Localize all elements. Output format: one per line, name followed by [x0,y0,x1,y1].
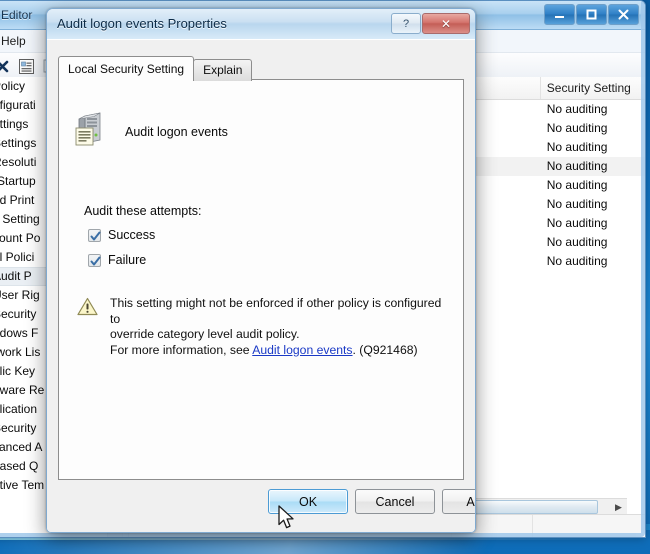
warning-line-2: override category level audit policy. [110,327,300,341]
dialog-tabstrip[interactable]: Local Security Setting Explain [58,56,253,81]
column-header-security-setting[interactable]: Security Setting [541,77,645,99]
hscroll-right-arrow-icon[interactable]: ▶ [610,499,627,515]
computer-policy-icon [73,112,111,151]
warning-notice: This setting might not be enforced if ot… [77,296,447,358]
dialog-window-controls: ? ✕ [391,13,470,34]
audit-logon-events-link[interactable]: Audit logon events [252,343,352,357]
policy-name-label: Audit logon events [125,124,228,139]
apply-button[interactable]: Apply [442,489,475,514]
screen: Editor Help olicy figurati ttings etting… [0,0,650,554]
cell-security-setting: No auditing [546,216,608,230]
audit-logon-events-properties-dialog[interactable]: Audit logon events Properties ? ✕ Local … [46,8,476,533]
checkbox-row-success[interactable]: Success [88,228,155,242]
policy-header: Audit logon events [73,112,228,151]
help-question-icon[interactable]: ? [391,13,421,34]
bgwin-window-controls [544,4,639,25]
cell-security-setting: No auditing [546,254,608,268]
maximize-icon[interactable] [576,4,607,25]
tab-explain[interactable]: Explain [193,59,253,81]
tab-panel-local-security-setting: Audit logon events Audit these attempts:… [58,79,464,480]
cell-security-setting: No auditing [546,102,608,116]
checkbox-success[interactable] [88,228,101,242]
warning-text: This setting might not be enforced if ot… [110,296,447,358]
properties-icon[interactable] [15,55,37,77]
dialog-titlebar[interactable]: Audit logon events Properties ? ✕ [47,9,475,40]
warning-line-3: For more information, see Audit logon ev… [110,343,447,359]
checkbox-failure[interactable] [88,253,101,267]
dialog-body: Local Security Setting Explain Audit log… [47,39,475,532]
tab-local-security-setting[interactable]: Local Security Setting [58,56,195,81]
delete-x-icon[interactable] [0,55,13,77]
dialog-footer: OK Cancel Apply [47,480,475,532]
checkbox-label-success: Success [108,228,156,242]
warning-triangle-icon [77,296,98,358]
cell-security-setting: No auditing [546,235,608,249]
cell-security-setting: No auditing [546,178,608,192]
checkbox-label-failure: Failure [108,253,147,267]
cell-security-setting: No auditing [546,159,608,173]
close-icon[interactable] [608,4,639,25]
audit-attempts-label: Audit these attempts: [84,204,202,218]
dialog-title: Audit logon events Properties [57,16,227,31]
menu-item-help[interactable]: Help [0,32,34,50]
cell-security-setting: No auditing [546,197,608,211]
ok-button[interactable]: OK [268,489,348,514]
cell-security-setting: No auditing [546,140,608,154]
warning-line-3-prefix: For more information, see [110,342,253,357]
cancel-button[interactable]: Cancel [355,489,435,514]
bgwin-title-text: Editor [1,8,33,22]
minimize-icon[interactable] [544,4,575,25]
warning-line-1: This setting might not be enforced if ot… [110,296,442,326]
dialog-close-icon[interactable]: ✕ [422,13,470,34]
checkbox-row-failure[interactable]: Failure [88,253,146,267]
cell-security-setting: No auditing [546,121,608,135]
warning-line-3-suffix: . (Q921468) [352,342,418,357]
